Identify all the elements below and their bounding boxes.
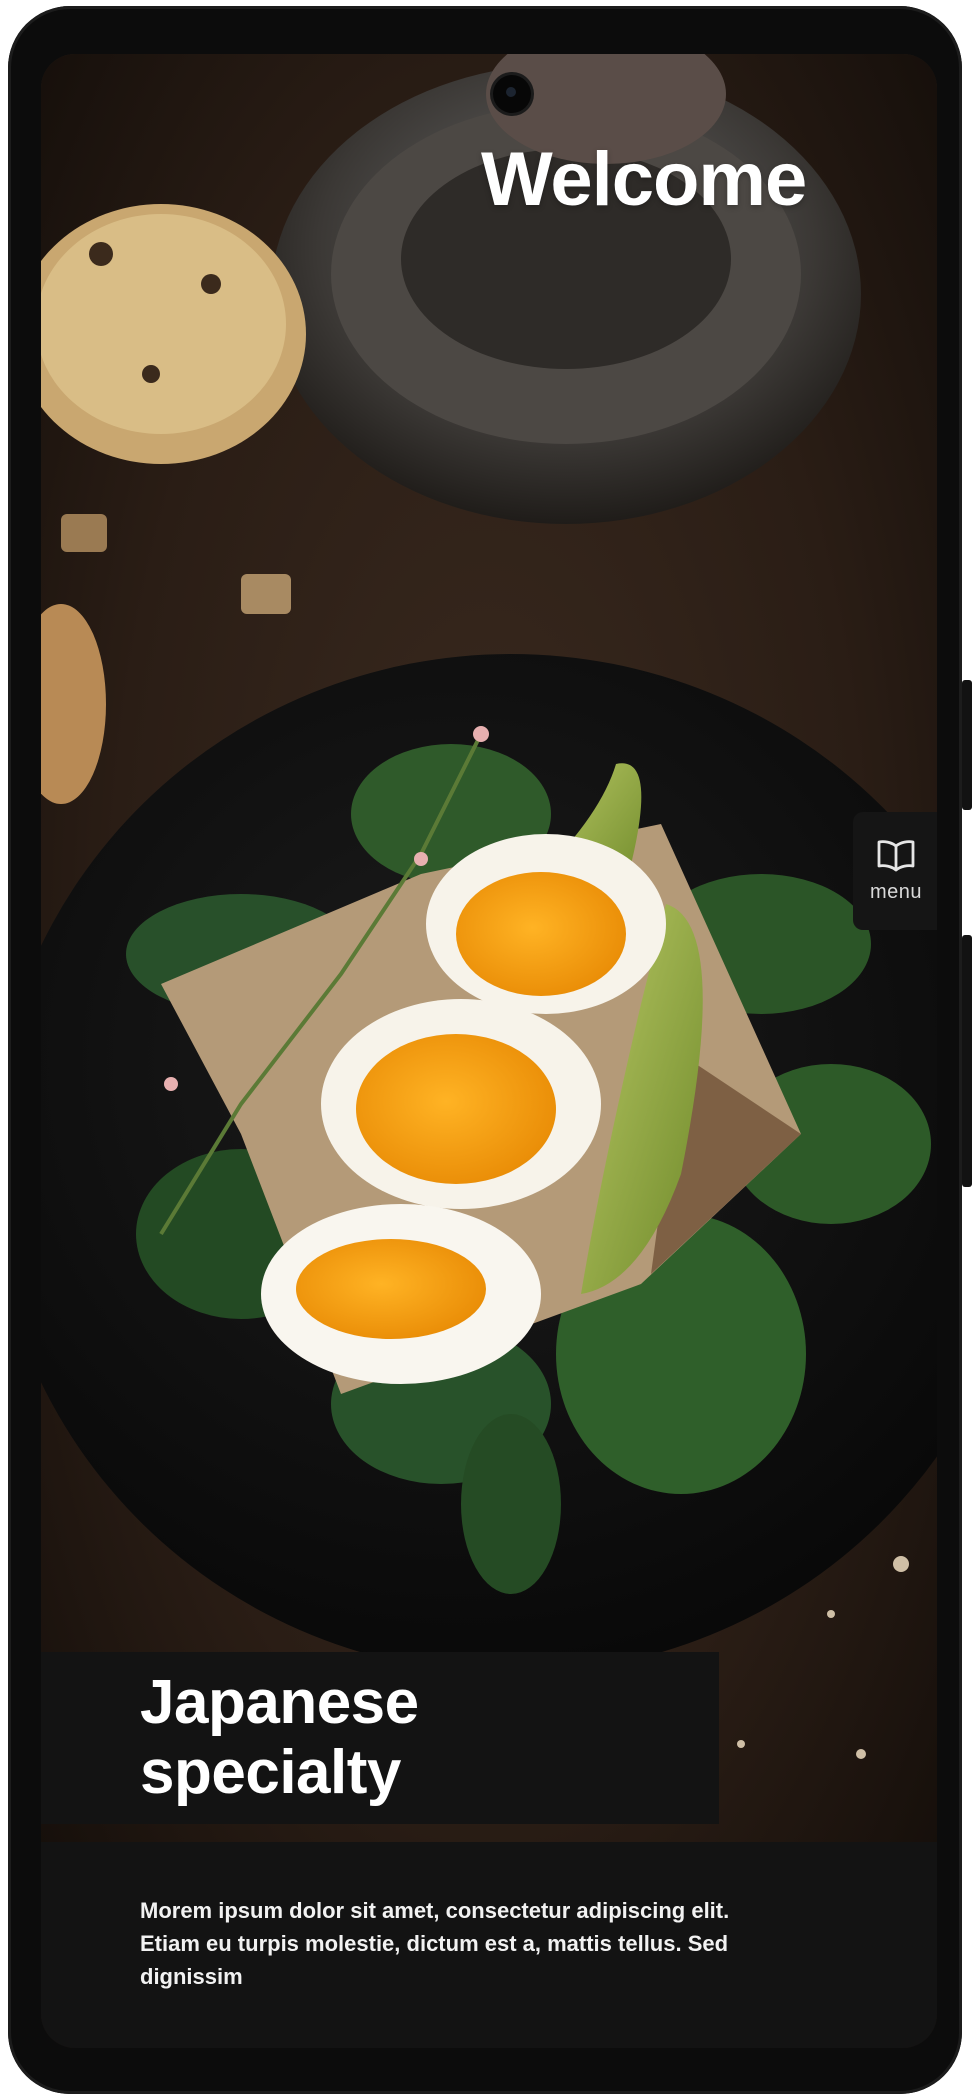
power-button [962, 680, 972, 810]
front-camera [493, 75, 531, 113]
volume-button [962, 935, 972, 1187]
title-line-2: specialty [140, 1738, 401, 1807]
title-panel: Japanese specialty [41, 1652, 719, 1824]
welcome-heading: Welcome [481, 137, 807, 222]
menu-button[interactable]: menu [853, 812, 937, 930]
menu-label: menu [869, 880, 923, 903]
app-screen: Welcome menu Japanese specialty Morem ip… [41, 54, 937, 2048]
description-panel: Morem ipsum dolor sit amet, consectetur … [41, 1842, 937, 2048]
page-title: Japanese specialty [140, 1668, 419, 1808]
description-text: Morem ipsum dolor sit amet, consectetur … [140, 1898, 730, 1989]
phone-frame: Welcome menu Japanese specialty Morem ip… [8, 6, 962, 2094]
title-line-1: Japanese [140, 1668, 419, 1737]
open-book-icon [876, 839, 916, 873]
